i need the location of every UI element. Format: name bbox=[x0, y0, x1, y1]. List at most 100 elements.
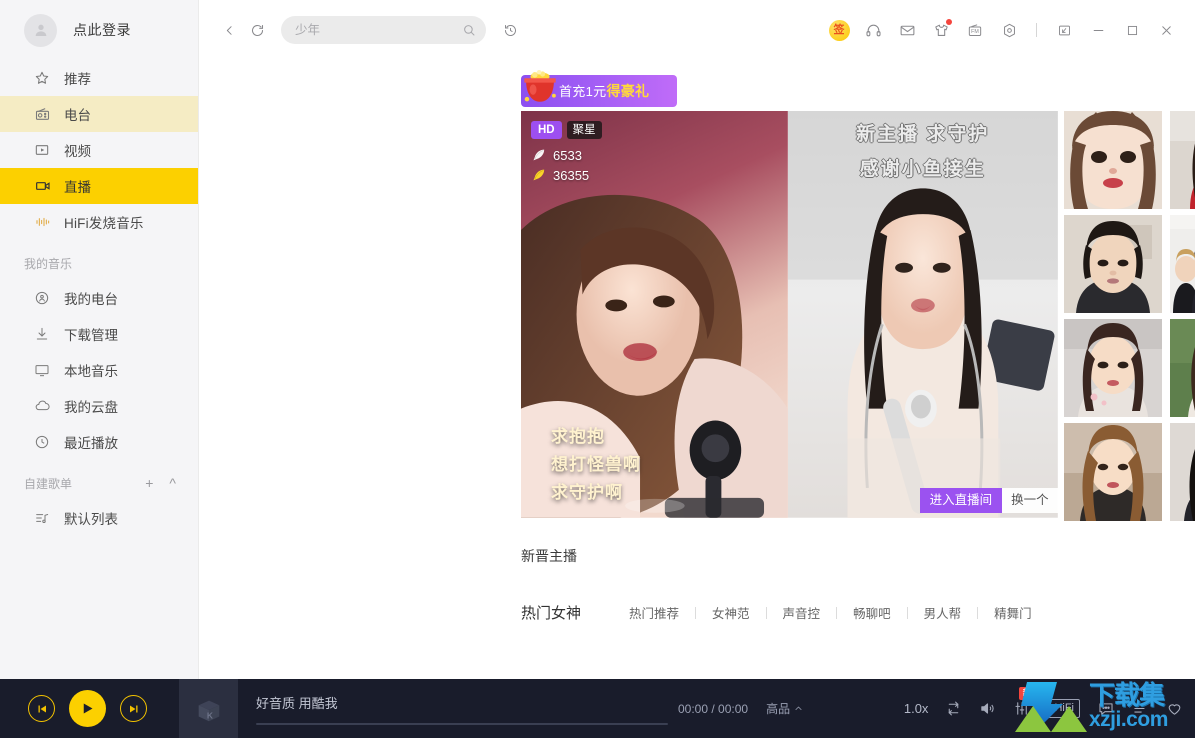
my-music-title: 我的音乐 bbox=[24, 256, 73, 271]
live-card-2-actions: 进入直播间 换一个 bbox=[919, 488, 1058, 513]
sidebar-item-radio[interactable]: 电台 bbox=[0, 96, 198, 132]
repeat-icon bbox=[948, 701, 959, 716]
chevron-left-icon bbox=[226, 25, 232, 35]
sidebar-item-downloads[interactable]: 下载管理 bbox=[0, 316, 198, 352]
thumb-anchor-3[interactable] bbox=[1063, 215, 1162, 313]
thumb-anchor-5[interactable] bbox=[1063, 319, 1162, 417]
minimize-icon bbox=[1093, 29, 1103, 31]
favorite-button[interactable] bbox=[1166, 700, 1183, 717]
promo-banner[interactable]: 首充1元得豪礼 bbox=[521, 69, 677, 107]
top-toolbar: 签 bbox=[199, 0, 1195, 60]
plus-icon[interactable]: + bbox=[145, 476, 153, 490]
close-icon bbox=[1161, 25, 1171, 35]
toolbar-right-icons: 签 FM bbox=[824, 15, 1185, 45]
playlist-queue-button[interactable] bbox=[1132, 700, 1149, 717]
change-one-button[interactable]: 换一个 bbox=[1002, 488, 1058, 513]
comment-icon bbox=[1099, 703, 1113, 715]
search-input[interactable] bbox=[295, 23, 462, 37]
enter-live-room-button[interactable]: 进入直播间 bbox=[919, 488, 1003, 513]
next-track-button[interactable] bbox=[120, 695, 147, 722]
comment-button[interactable] bbox=[1097, 700, 1115, 717]
thumb-anchor-4[interactable] bbox=[1169, 215, 1195, 313]
avatar[interactable] bbox=[24, 13, 57, 47]
track-title: 好音质 用酷我 bbox=[256, 695, 338, 711]
back-button[interactable] bbox=[215, 16, 243, 44]
sidebar-item-my-radio[interactable]: 我的电台 bbox=[0, 280, 198, 316]
thumb-anchor-1[interactable] bbox=[1063, 111, 1162, 209]
history-button[interactable] bbox=[496, 16, 524, 44]
live-card-1-counts: 6533 36355 bbox=[531, 145, 589, 185]
progress-bar[interactable] bbox=[256, 722, 668, 725]
sidebar-item-hifi[interactable]: HiFi发烧音乐 bbox=[0, 204, 198, 240]
live-card-featured-2[interactable]: 新主播 求守护 感谢小鱼接生 进入直播间 换一个 bbox=[787, 111, 1058, 521]
signin-button[interactable]: 签 bbox=[824, 15, 854, 45]
search-icon[interactable] bbox=[462, 23, 476, 37]
volume-button[interactable] bbox=[979, 700, 996, 717]
headphones-button[interactable] bbox=[858, 15, 888, 45]
caption-line: 求守护啊 bbox=[551, 483, 623, 502]
category-item-goddess[interactable]: 女神范 bbox=[696, 603, 766, 622]
play-button[interactable] bbox=[69, 690, 106, 727]
search-box[interactable] bbox=[281, 16, 486, 44]
shirt-button[interactable] bbox=[926, 15, 956, 45]
settings-button[interactable] bbox=[994, 15, 1024, 45]
repeat-mode-button[interactable] bbox=[945, 700, 962, 717]
thumb-anchor-8[interactable] bbox=[1169, 423, 1195, 521]
live-camera-icon bbox=[34, 177, 54, 195]
album-cover[interactable]: K bbox=[179, 679, 238, 738]
thumb-anchor-2-image bbox=[1169, 111, 1195, 209]
promo-text-plain: 首充1元 bbox=[559, 84, 607, 99]
minimize-button[interactable] bbox=[1083, 15, 1113, 45]
category-item-dance[interactable]: 精舞门 bbox=[978, 603, 1048, 622]
sidebar-item-recent[interactable]: 最近播放 bbox=[0, 424, 198, 460]
sidebar-item-live[interactable]: 直播 bbox=[0, 168, 198, 204]
fm-button[interactable]: FM bbox=[960, 15, 990, 45]
category-main-title: 热门女神 bbox=[521, 605, 582, 622]
refresh-button[interactable] bbox=[243, 16, 271, 44]
sidebar-item-label: 我的电台 bbox=[64, 292, 118, 307]
caption-line: 想打怪兽啊 bbox=[551, 455, 641, 474]
thumb-anchor-4-image bbox=[1169, 215, 1195, 313]
category-item-voice[interactable]: 声音控 bbox=[767, 603, 837, 622]
thumb-anchor-6[interactable] bbox=[1169, 319, 1195, 417]
category-item-hot[interactable]: 热门推荐 bbox=[613, 603, 695, 622]
sidebar-item-label: 下载管理 bbox=[64, 328, 118, 343]
sidebar-item-local-music[interactable]: 本地音乐 bbox=[0, 352, 198, 388]
chevron-up-icon bbox=[795, 706, 802, 710]
hifi-button[interactable]: HiFi bbox=[1048, 699, 1080, 718]
playback-speed-button[interactable]: 1.0x bbox=[904, 701, 929, 716]
thumb-anchor-5-image bbox=[1063, 319, 1162, 417]
svg-text:K: K bbox=[206, 710, 212, 720]
chevron-up-icon[interactable]: ^ bbox=[169, 476, 176, 490]
sidebar-item-cloud-disk[interactable]: 我的云盘 bbox=[0, 388, 198, 424]
album-box-glyph: K bbox=[198, 700, 219, 721]
thumb-anchor-3-image bbox=[1063, 215, 1162, 313]
quality-selector[interactable]: 高品 bbox=[766, 700, 803, 717]
playlist-icon bbox=[34, 509, 54, 527]
maximize-button[interactable] bbox=[1117, 15, 1147, 45]
mini-mode-button[interactable] bbox=[1049, 15, 1079, 45]
sidebar-item-video[interactable]: 视频 bbox=[0, 132, 198, 168]
volume-icon bbox=[981, 703, 995, 714]
close-button[interactable] bbox=[1151, 15, 1181, 45]
thumb-anchor-2[interactable] bbox=[1169, 111, 1195, 209]
playlist-queue-icon bbox=[1134, 704, 1145, 713]
caption-line: 新主播 求守护 bbox=[856, 124, 990, 145]
heart-icon bbox=[1168, 704, 1181, 715]
category-item-chat[interactable]: 畅聊吧 bbox=[837, 603, 907, 622]
video-icon bbox=[34, 141, 54, 159]
headphones-icon bbox=[865, 24, 881, 36]
sidebar-item-recommend[interactable]: 推荐 bbox=[0, 60, 198, 96]
mail-button[interactable] bbox=[892, 15, 922, 45]
previous-track-button[interactable] bbox=[28, 695, 55, 722]
sidebar-item-default-playlist[interactable]: 默认列表 bbox=[0, 500, 198, 536]
count-row-white-feather: 6533 bbox=[531, 145, 589, 165]
login-row[interactable]: 点此登录 bbox=[0, 0, 198, 60]
monitor-icon bbox=[34, 361, 54, 379]
equalizer-button[interactable]: 新 bbox=[1013, 687, 1035, 717]
category-item-men[interactable]: 男人帮 bbox=[908, 603, 978, 622]
live-card-featured-1[interactable]: HD 聚星 6533 36355 求抱抱 想打怪兽啊 求守护啊 bbox=[521, 111, 788, 521]
thumb-anchor-7[interactable] bbox=[1063, 423, 1162, 521]
player-right-controls: 1.0x 新 HiFi bbox=[904, 687, 1195, 718]
playlist-section-title: 自建歌单 bbox=[24, 476, 73, 491]
